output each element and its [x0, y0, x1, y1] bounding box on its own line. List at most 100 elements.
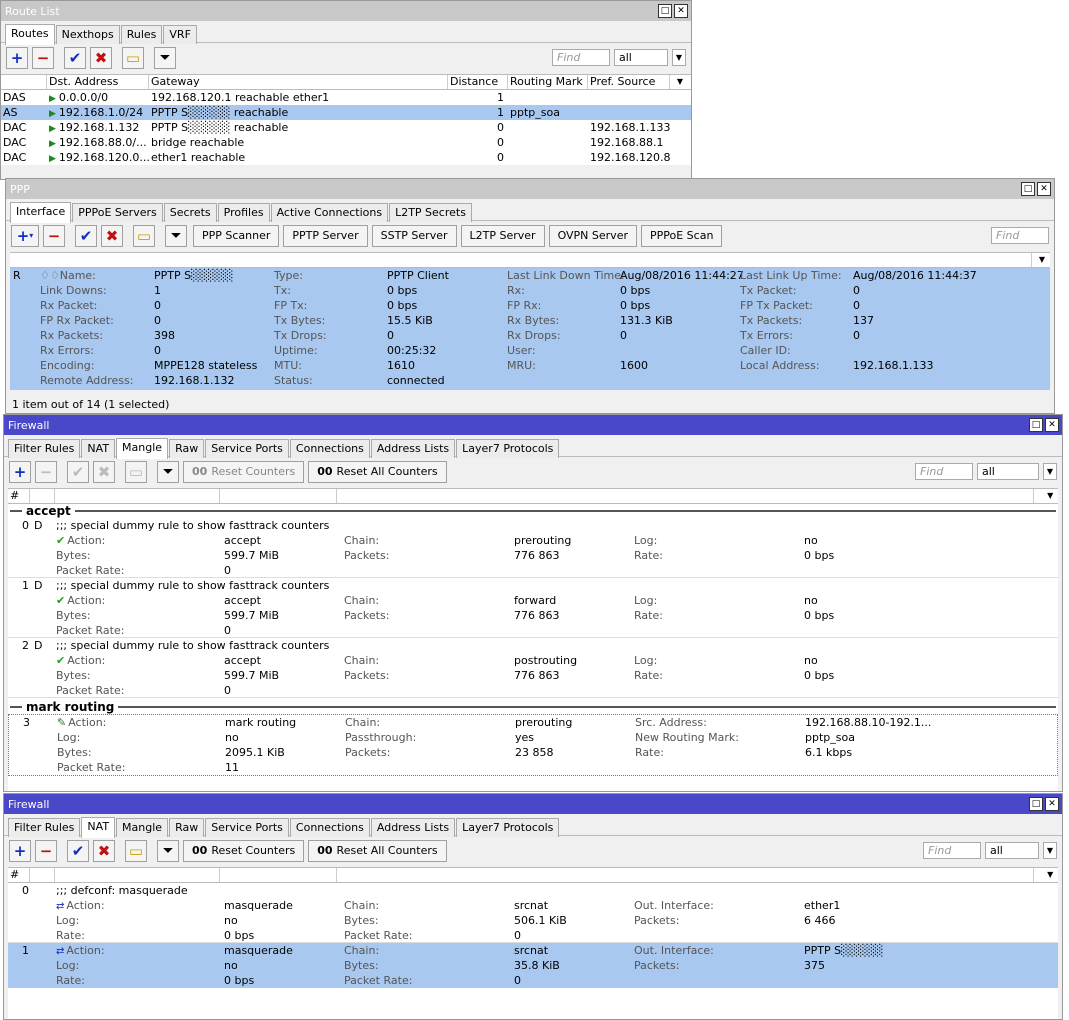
maximize-icon[interactable]: □ — [1021, 182, 1035, 196]
columns-menu-icon[interactable]: ▼ — [1040, 868, 1058, 882]
col-gateway[interactable]: Gateway — [149, 75, 448, 89]
filter-icon[interactable]: ⏷ — [157, 839, 179, 862]
filter-icon[interactable]: ⏷ — [154, 46, 176, 69]
close-icon[interactable]: ✕ — [1045, 797, 1059, 811]
tab-raw[interactable]: Raw — [169, 439, 205, 458]
tab-pppoe-servers[interactable]: PPPoE Servers — [72, 203, 163, 222]
mangle-rule[interactable]: 2 D ;;; special dummy rule to show fasttra… — [8, 638, 1058, 698]
tab-address-lists[interactable]: Address Lists — [370, 818, 456, 837]
columns-menu-icon[interactable]: ▼ — [1040, 489, 1058, 503]
tab-nexthops[interactable]: Nexthops — [55, 25, 120, 44]
remove-icon[interactable]: − — [32, 46, 54, 69]
route-row[interactable]: DAC ▶ 192.168.1.132 PPTP S░░░░░ reachable 0 1… — [1, 120, 691, 135]
disable-icon[interactable]: ✖ — [93, 460, 115, 483]
reset-counters-button[interactable]: 00 Reset Counters — [183, 460, 305, 483]
col-number[interactable]: # — [8, 868, 30, 882]
enable-icon[interactable]: ✔ — [67, 460, 89, 483]
reset-counters-button[interactable]: 00 Reset Counters — [183, 839, 305, 862]
mangle-rule-mark[interactable]: 3 ✎ Action: mark routing Chain: prerouting Src… — [8, 714, 1058, 776]
tab-raw[interactable]: Raw — [169, 818, 205, 837]
l2tp-server-button[interactable]: L2TP Server — [460, 224, 545, 247]
route-find-input[interactable]: Find — [552, 49, 610, 66]
filter-icon[interactable]: ⏷ — [165, 224, 187, 247]
columns-menu-icon[interactable]: ▼ — [670, 75, 688, 89]
disable-icon[interactable]: ✖ — [101, 224, 123, 247]
route-filter-select[interactable]: all — [614, 49, 668, 66]
tab-layer7[interactable]: Layer7 Protocols — [456, 439, 560, 458]
enable-icon[interactable]: ✔ — [67, 839, 89, 862]
tab-routes[interactable]: Routes — [5, 24, 55, 45]
comment-icon[interactable]: ▭ — [122, 46, 144, 69]
enable-icon[interactable]: ✔ — [75, 224, 97, 247]
pppoe-scan-button[interactable]: PPPoE Scan — [640, 224, 723, 247]
ovpn-server-button[interactable]: OVPN Server — [548, 224, 637, 247]
filter-icon[interactable]: ⏷ — [157, 460, 179, 483]
tab-connections[interactable]: Connections — [289, 818, 370, 837]
mangle-filter-select[interactable]: all — [977, 463, 1039, 480]
ppp-titlebar[interactable]: PPP □ ✕ — [6, 179, 1054, 199]
ppp-interface-row[interactable]: R ♢♢Name: PPTP S░░░░░ Type: PPTP Client Last… — [10, 268, 1050, 390]
mangle-rule[interactable]: 0 D;;; special dummy rule to show fasttra… — [8, 518, 1058, 578]
columns-menu-icon[interactable]: ▼ — [1032, 253, 1050, 267]
tab-l2tp-secrets[interactable]: L2TP Secrets — [389, 203, 472, 222]
maximize-icon[interactable]: □ — [1029, 797, 1043, 811]
disable-icon[interactable]: ✖ — [93, 839, 115, 862]
add-icon[interactable]: + ▾ — [11, 224, 39, 247]
remove-icon[interactable]: − — [35, 839, 57, 862]
col-distance[interactable]: Distance — [448, 75, 508, 89]
close-icon[interactable]: ✕ — [1045, 418, 1059, 432]
ppp-scanner-button[interactable]: PPP Scanner — [193, 224, 280, 247]
tab-filter-rules[interactable]: Filter Rules — [8, 818, 81, 837]
tab-filter-rules[interactable]: Filter Rules — [8, 439, 81, 458]
mangle-titlebar[interactable]: Firewall □ ✕ — [4, 415, 1062, 435]
tab-mangle[interactable]: Mangle — [116, 818, 169, 837]
close-icon[interactable]: ✕ — [674, 4, 688, 18]
nat-rule[interactable]: 1 ⇄ Action: masquerade Chain: srcnat Out. Inte… — [8, 943, 1058, 988]
tab-address-lists[interactable]: Address Lists — [370, 439, 456, 458]
comment-icon[interactable]: ▭ — [125, 839, 147, 862]
tab-vrf[interactable]: VRF — [163, 25, 197, 44]
tab-connections[interactable]: Connections — [289, 439, 370, 458]
maximize-icon[interactable]: □ — [1029, 418, 1043, 432]
add-icon[interactable]: + — [9, 460, 31, 483]
close-icon[interactable]: ✕ — [1037, 182, 1051, 196]
tab-service-ports[interactable]: Service Ports — [205, 818, 289, 837]
reset-all-counters-button[interactable]: 00 Reset All Counters — [308, 839, 447, 862]
chevron-down-icon[interactable]: ▼ — [1043, 842, 1057, 859]
comment-icon[interactable]: ▭ — [133, 224, 155, 247]
tab-profiles[interactable]: Profiles — [217, 203, 270, 222]
pptp-server-button[interactable]: PPTP Server — [283, 224, 368, 247]
col-dst[interactable]: Dst. Address — [47, 75, 149, 89]
reset-all-counters-button[interactable]: 00 Reset All Counters — [308, 460, 447, 483]
nat-titlebar[interactable]: Firewall □ ✕ — [4, 794, 1062, 814]
enable-icon[interactable]: ✔ — [64, 46, 86, 69]
maximize-icon[interactable]: □ — [658, 4, 672, 18]
col-pref-source[interactable]: Pref. Source — [588, 75, 670, 89]
tab-active-connections[interactable]: Active Connections — [270, 203, 389, 222]
route-list-titlebar[interactable]: Route List □ ✕ — [1, 1, 691, 21]
mangle-rule[interactable]: 1 D ;;; special dummy rule to show fasttra… — [8, 578, 1058, 638]
tab-service-ports[interactable]: Service Ports — [205, 439, 289, 458]
col-number[interactable]: # — [8, 489, 30, 503]
remove-icon[interactable]: − — [43, 224, 65, 247]
route-row[interactable]: DAC ▶ 192.168.120.0... ether1 reachable 0 192… — [1, 150, 691, 165]
sstp-server-button[interactable]: SSTP Server — [371, 224, 457, 247]
tab-nat[interactable]: NAT — [81, 439, 116, 458]
tab-interface[interactable]: Interface — [10, 202, 72, 223]
tab-secrets[interactable]: Secrets — [163, 203, 217, 222]
tab-layer7[interactable]: Layer7 Protocols — [456, 818, 560, 837]
mangle-find-input[interactable]: Find — [915, 463, 973, 480]
nat-find-input[interactable]: Find — [923, 842, 981, 859]
remove-icon[interactable]: − — [35, 460, 57, 483]
add-icon[interactable]: + — [6, 46, 28, 69]
disable-icon[interactable]: ✖ — [90, 46, 112, 69]
route-row[interactable]: DAC ▶ 192.168.88.0/... bridge reachable 0 192… — [1, 135, 691, 150]
nat-filter-select[interactable]: all — [985, 842, 1039, 859]
tab-rules[interactable]: Rules — [120, 25, 163, 44]
add-icon[interactable]: + — [9, 839, 31, 862]
comment-icon[interactable]: ▭ — [125, 460, 147, 483]
route-row[interactable]: AS ▶ 192.168.1.0/24 PPTP S░░░░░ reachable 1 p… — [1, 105, 691, 120]
chevron-down-icon[interactable]: ▼ — [1043, 463, 1057, 480]
chevron-down-icon[interactable]: ▼ — [672, 49, 686, 66]
tab-nat[interactable]: NAT — [81, 817, 116, 838]
